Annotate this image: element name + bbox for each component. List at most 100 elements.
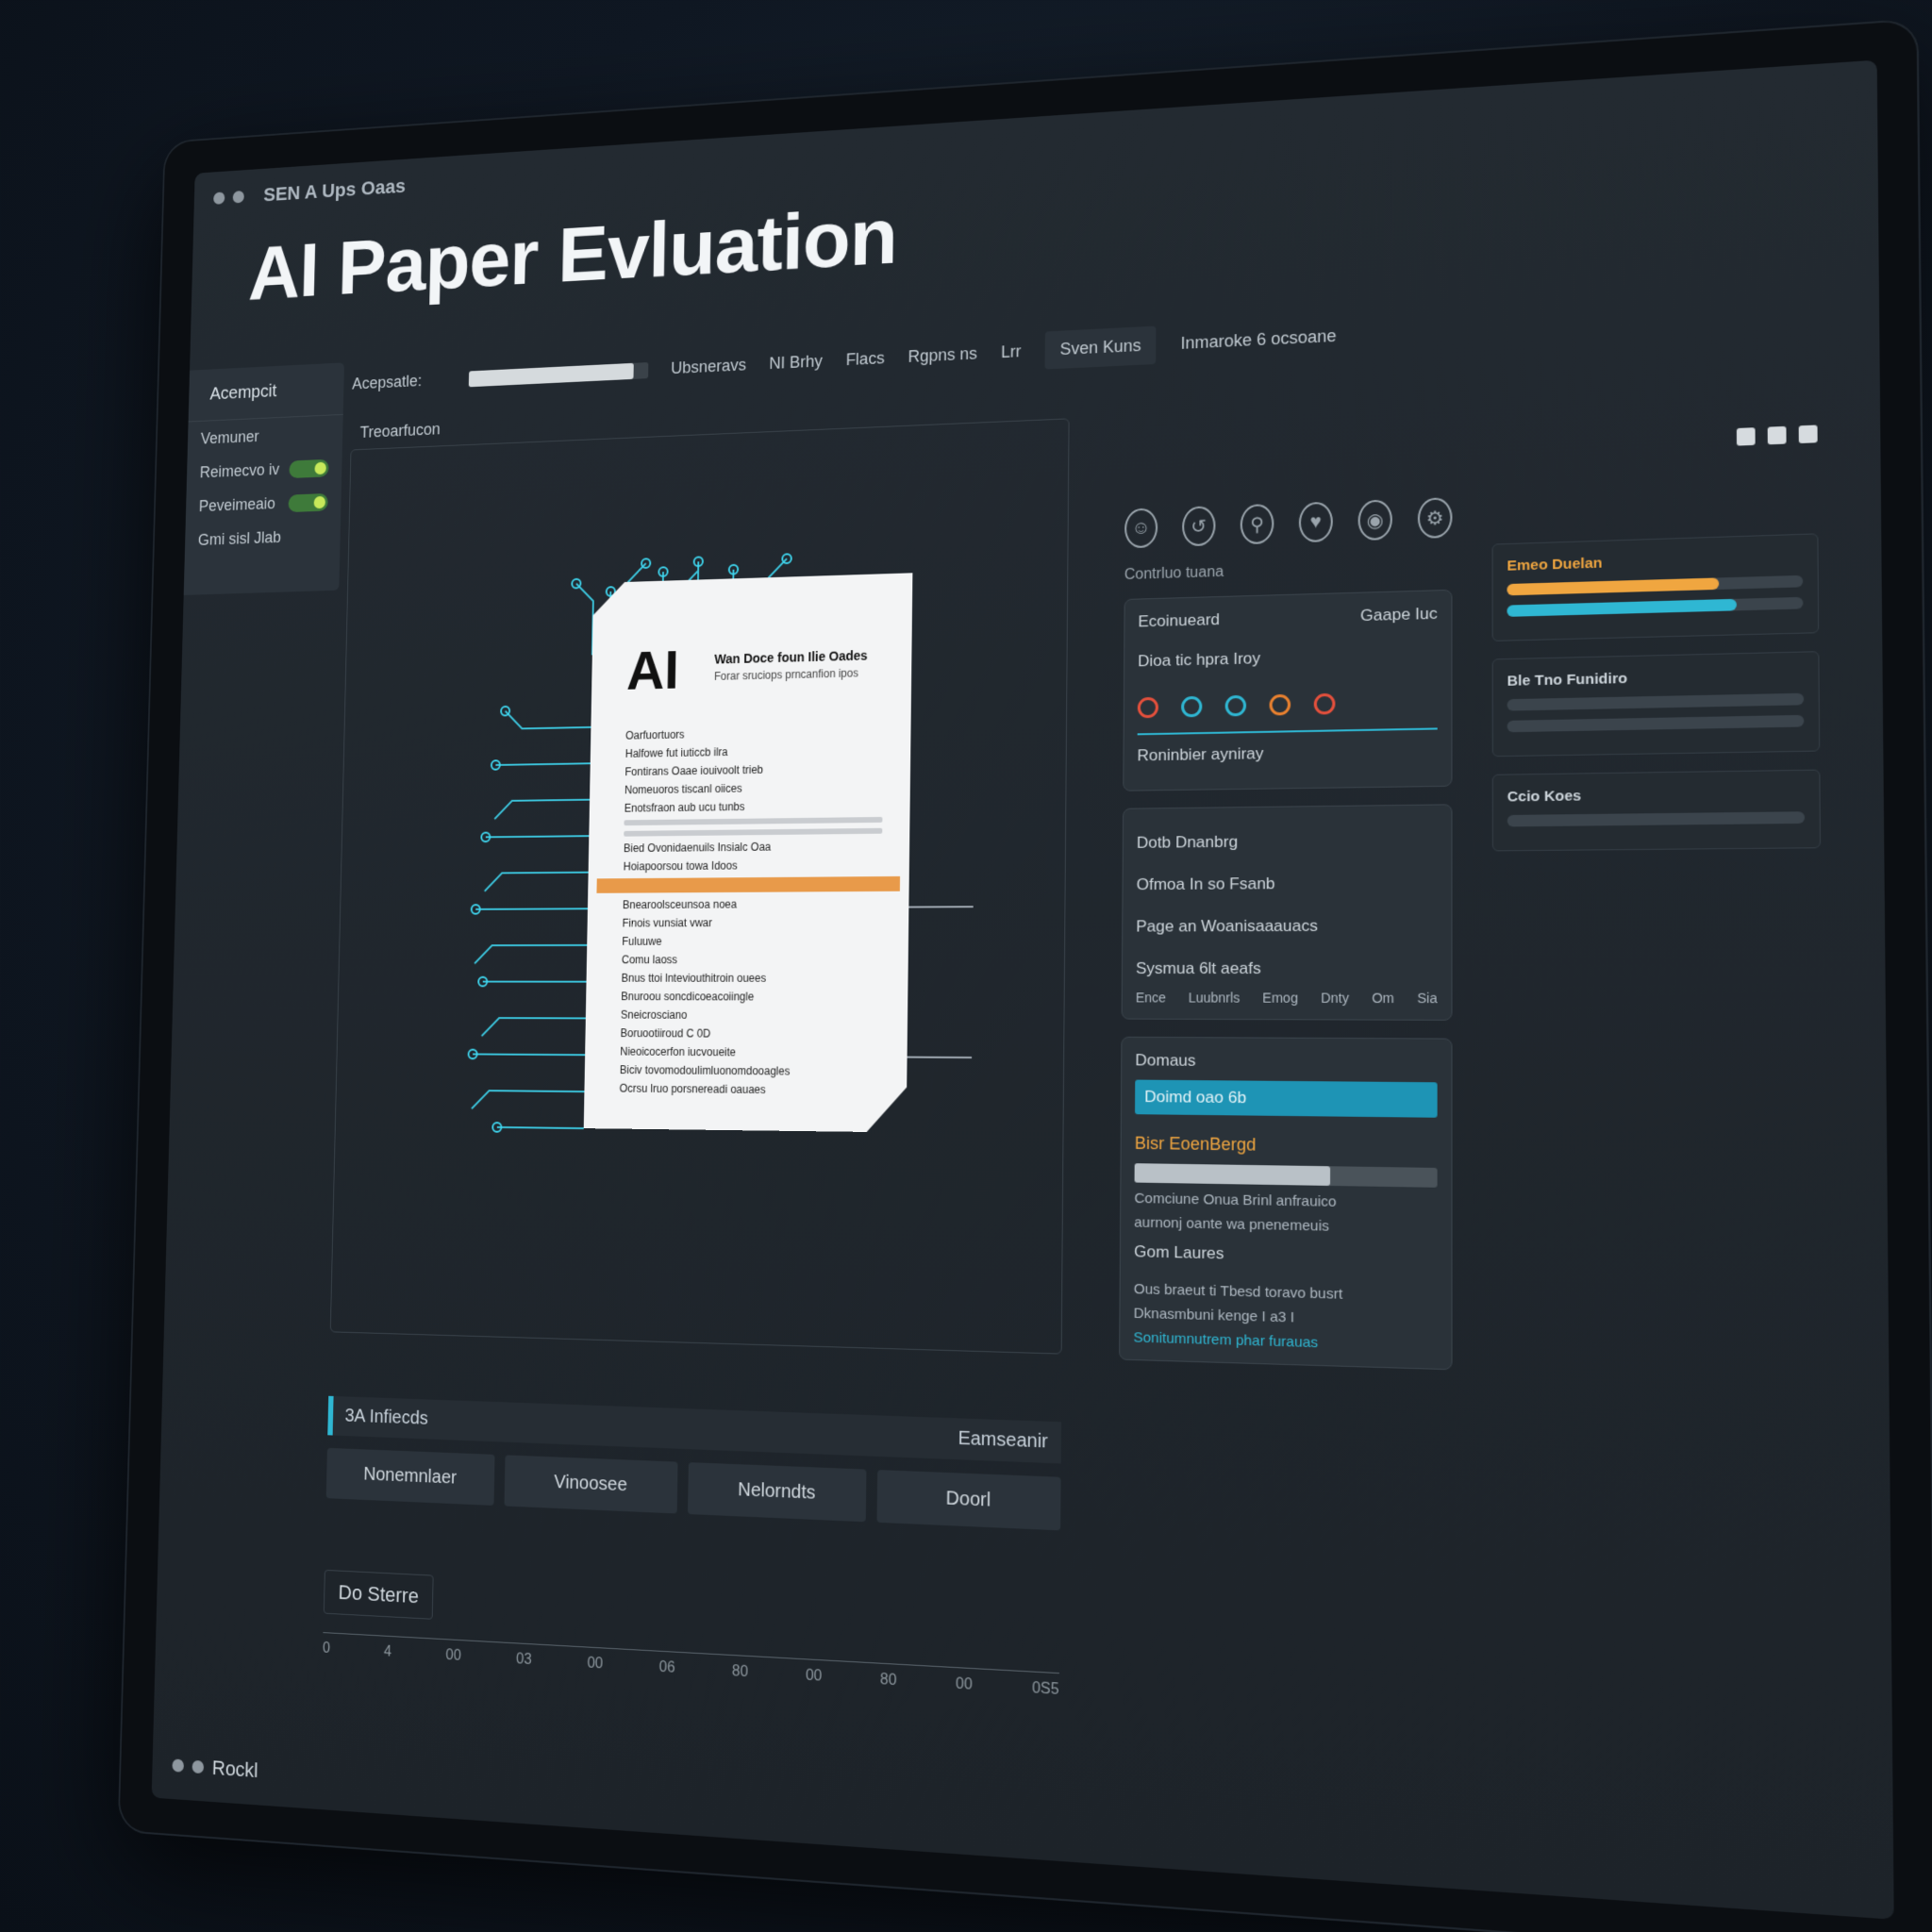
pipeline-card: Ecoinueard Gaape Iuc Dioa tic hpra Iroy … xyxy=(1123,590,1452,791)
gear-icon[interactable]: ⚙ xyxy=(1418,497,1453,539)
metric-line[interactable]: Dotb Dnanbrg xyxy=(1137,819,1438,864)
toolbar-tab[interactable]: Sven Kuns xyxy=(1045,326,1157,370)
paper-line: Hoiapoorsou towa Idoos xyxy=(624,858,882,873)
status-node[interactable] xyxy=(1225,695,1246,717)
card-desc: Comciune Onua Brinl anfrauico xyxy=(1134,1191,1437,1212)
paper-document[interactable]: AI Wan Doce foun Ilie Oades Forar srucio… xyxy=(584,573,913,1132)
status-node[interactable] xyxy=(1314,693,1336,715)
nav-item-label: Peveimeaio xyxy=(199,494,276,516)
footer-dot[interactable] xyxy=(192,1760,204,1774)
card-subtitle: Dioa tic hpra Iroy xyxy=(1138,633,1438,682)
status-node[interactable] xyxy=(1181,696,1202,718)
card-header: Domaus xyxy=(1135,1051,1437,1073)
axis-tick: 00 xyxy=(587,1656,603,1674)
paper-line: Fontirans Oaae iouivoolt trieb xyxy=(625,761,883,778)
card-title: Ecoinueard xyxy=(1138,610,1220,631)
nav-toggle[interactable] xyxy=(288,492,327,511)
detail-progress xyxy=(1507,575,1803,596)
paper-line: Finois vunsiat vwar xyxy=(623,916,882,930)
axis-tick: 00 xyxy=(956,1675,973,1694)
search-field[interactable] xyxy=(469,362,649,387)
ribbon-tab[interactable]: Nonemnlaer xyxy=(326,1448,495,1506)
toolbar-item[interactable]: Rgpns ns xyxy=(908,344,977,367)
axis-tick: 80 xyxy=(880,1672,897,1690)
paper-line: Bnearoolsceunsoa noea xyxy=(623,897,882,911)
nav-toggle[interactable] xyxy=(289,458,328,477)
paper-line: Biciv tovomodoulimluonomdooagles xyxy=(620,1063,880,1078)
status-node[interactable] xyxy=(1138,697,1158,718)
axis-tick: 03 xyxy=(516,1651,532,1669)
metric-tag: Om xyxy=(1372,991,1394,1007)
control-icons: ☺ ↺ ⚲ ♥ ◉ ⚙ xyxy=(1124,497,1452,548)
metric-tag: Dnty xyxy=(1321,991,1349,1007)
metrics-card: Dotb Dnanbrg Ofmoa In so Fsanb Page an W… xyxy=(1122,804,1453,1021)
bias-fill xyxy=(1135,1163,1330,1186)
axis-ticks: 0 4 00 03 00 06 80 00 80 00 0S5 xyxy=(323,1632,1059,1699)
user-icon[interactable]: ☺ xyxy=(1124,508,1158,548)
domains-card: Domaus Doimd oao 6b Bisr EoenBergd Comci… xyxy=(1119,1037,1452,1371)
toolbar-item[interactable]: NI Brhy xyxy=(769,352,823,374)
bias-label: Bisr EoenBergd xyxy=(1135,1134,1438,1158)
heart-icon[interactable]: ♥ xyxy=(1299,502,1333,543)
footer-dot[interactable] xyxy=(172,1758,184,1772)
ribbon-tabs: Nonemnlaer Vinoosee Nelorndts Doorl xyxy=(326,1448,1061,1531)
axis-tick: 0 xyxy=(323,1641,330,1657)
ribbon-tab[interactable]: Doorl xyxy=(877,1470,1061,1530)
paper-line: Bied Ovonidaenuils Insialc Oaa xyxy=(624,840,882,855)
nav-item[interactable]: Peveimeaio xyxy=(186,483,341,523)
paper-line: Boruootiiroud C 0D xyxy=(620,1026,879,1041)
maximize-icon[interactable] xyxy=(1768,426,1787,444)
ribbon-tab[interactable]: Vinoosee xyxy=(505,1455,678,1513)
panel-title: Treoarfucon xyxy=(359,420,441,441)
detail-title: Emeo Duelan xyxy=(1507,549,1803,575)
paper-line: Bnuroou soncdicoeacoiingle xyxy=(621,990,880,1003)
shield-icon[interactable]: ⚲ xyxy=(1241,504,1274,544)
highlight-bar[interactable] xyxy=(596,876,900,893)
metric-line[interactable]: Sysmua 6lt aeafs xyxy=(1136,947,1438,991)
toolbar-item[interactable]: Inmaroke 6 ocsoane xyxy=(1180,326,1336,354)
detail-divider xyxy=(1507,811,1805,826)
status-node[interactable] xyxy=(1269,694,1291,716)
close-icon[interactable] xyxy=(1799,425,1818,443)
lock-icon[interactable]: ◉ xyxy=(1358,499,1392,541)
window-dot[interactable] xyxy=(213,192,225,204)
nav-item-label: Reimecvo iv xyxy=(200,460,280,482)
nav-header: Acempcit xyxy=(189,362,344,422)
paper-line: Comu laoss xyxy=(622,953,881,966)
detail-title: Ccio Koes xyxy=(1507,785,1805,806)
toolbar-label: Acepsatle: xyxy=(352,372,422,393)
details-column: Emeo Duelan Ble Tno Funidiro Ccio Koes xyxy=(1492,533,1822,869)
nav-item-label: Vemuner xyxy=(201,427,259,448)
minimize-icon[interactable] xyxy=(1737,427,1756,445)
arrow-icon[interactable]: ↺ xyxy=(1182,506,1215,546)
nav-item[interactable]: Gmi sisl Jlab xyxy=(185,517,341,557)
field-fill xyxy=(469,362,634,386)
metric-line[interactable]: Page an Woanisaaauacs xyxy=(1136,905,1437,948)
ribbon-right-label[interactable]: Eamseanir xyxy=(958,1428,1047,1454)
metric-tag: Sia xyxy=(1417,991,1437,1007)
card-title: Domaus xyxy=(1135,1051,1195,1071)
controls-caption: Contrluo tuana xyxy=(1124,557,1453,584)
window-dot[interactable] xyxy=(233,191,244,204)
paper-line: Halfowe fut iuticcb ilra xyxy=(625,742,884,759)
toolbar-item[interactable]: Lrr xyxy=(1001,342,1022,363)
card-link[interactable]: Sonitumnutrem phar furauas xyxy=(1133,1329,1437,1355)
axis-tick: 0S5 xyxy=(1032,1680,1059,1699)
section-label: Gom Laures xyxy=(1134,1231,1438,1281)
paper-line: Bnus ttoi lnteviouthitroin ouees xyxy=(622,972,881,985)
left-nav: Acempcit Vemuner Reimecvo iv Peveimeaio … xyxy=(184,362,344,595)
metric-line[interactable]: Ofmoa In so Fsanb xyxy=(1136,861,1437,906)
paper-line: Nieoicocerfon iucvoueite xyxy=(620,1045,879,1060)
selected-domain[interactable]: Doimd oao 6b xyxy=(1135,1080,1438,1118)
axis-tick: 80 xyxy=(732,1663,748,1681)
card-desc: Dknasmbuni kenge I a3 I xyxy=(1134,1305,1438,1329)
titlebar: SEN A Ups Oaas xyxy=(213,175,406,209)
paper-line: Sneicrosciano xyxy=(621,1008,880,1023)
ribbon-left-label[interactable]: 3A Infiecds xyxy=(344,1406,428,1430)
detail-card: Ccio Koes xyxy=(1492,770,1821,852)
ribbon-tab[interactable]: Nelorndts xyxy=(688,1462,866,1522)
score-axis: Do Sterre 0 4 00 03 00 06 80 00 80 00 0S… xyxy=(323,1570,1060,1699)
metric-tag: Emog xyxy=(1262,990,1298,1005)
toolbar-item[interactable]: Flacs xyxy=(845,349,884,370)
card-meta[interactable]: Gaape Iuc xyxy=(1360,605,1438,626)
